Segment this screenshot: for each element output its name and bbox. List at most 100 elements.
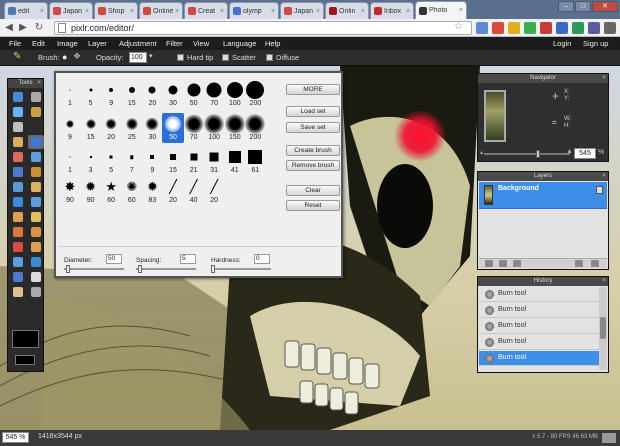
brush-preset[interactable]: 15 xyxy=(121,79,143,109)
primary-color-swatch[interactable] xyxy=(12,330,39,348)
hand-tool-icon[interactable] xyxy=(10,285,26,299)
layer-settings-icon[interactable] xyxy=(485,260,493,267)
layer-row[interactable]: Background xyxy=(479,182,607,209)
browser-tab[interactable]: Japan × xyxy=(280,2,324,19)
extension-icon[interactable] xyxy=(508,22,520,34)
url-input[interactable]: pixlr.com/editor/ xyxy=(54,21,472,35)
menu-edit[interactable]: Edit xyxy=(32,39,45,48)
diameter-input[interactable]: 50 xyxy=(106,254,122,264)
brush-preset[interactable]: 200 xyxy=(244,79,266,109)
burn-tool-icon[interactable] xyxy=(28,225,44,239)
red-eye-icon[interactable] xyxy=(10,240,26,254)
forward-icon[interactable]: ▶ xyxy=(17,22,29,34)
menu-file[interactable]: File xyxy=(9,39,21,48)
extension-icon[interactable] xyxy=(556,22,568,34)
brush-preset[interactable]: 21 xyxy=(183,146,205,176)
tab-close-icon[interactable]: × xyxy=(130,8,134,15)
clear-button[interactable]: Clear xyxy=(286,185,340,196)
delete-layer-icon[interactable] xyxy=(591,260,599,267)
tab-close-icon[interactable]: × xyxy=(40,8,44,15)
brush-preset[interactable]: ╱ 20 xyxy=(203,176,225,206)
brush-preset[interactable]: ✺ 60 xyxy=(121,176,143,206)
browser-tab[interactable]: Photo × xyxy=(415,1,467,19)
brush-preset[interactable]: 9 xyxy=(100,79,122,109)
menu-layer[interactable]: Layer xyxy=(88,39,107,48)
back-icon[interactable]: ◀ xyxy=(3,22,15,34)
brush-preset[interactable]: 9 xyxy=(141,146,163,176)
lasso-tool-icon[interactable] xyxy=(28,105,44,119)
layer-mask-icon[interactable] xyxy=(499,260,507,267)
scatter-checkbox[interactable]: Scatter xyxy=(222,53,256,62)
bookmark-star-icon[interactable]: ☆ xyxy=(454,21,463,32)
brush-preset[interactable]: 31 xyxy=(203,146,225,176)
maximize-button[interactable]: □ xyxy=(575,1,591,12)
tab-close-icon[interactable]: × xyxy=(220,8,224,15)
sharpen-tool-icon[interactable] xyxy=(28,195,44,209)
history-item[interactable]: Burn tool xyxy=(479,303,599,318)
brush-preset[interactable]: 1 xyxy=(59,79,81,109)
brush-preset[interactable]: ★ 60 xyxy=(100,176,122,206)
close-icon[interactable]: × xyxy=(602,74,606,83)
layer-style-icon[interactable] xyxy=(513,260,521,267)
diffuse-checkbox[interactable]: Diffuse xyxy=(266,53,299,62)
remove-brush-button[interactable]: Remove brush xyxy=(286,160,340,171)
brush-preset[interactable]: 5 xyxy=(80,79,102,109)
browser-tab[interactable]: olymp × xyxy=(229,2,279,19)
wand-tool-icon[interactable] xyxy=(10,120,26,134)
menu-adjustment[interactable]: Adjustment xyxy=(119,39,157,48)
brush-tool-icon[interactable] xyxy=(28,135,44,149)
brush-preset[interactable]: 150 xyxy=(224,113,246,143)
close-icon[interactable]: × xyxy=(602,172,606,181)
close-icon[interactable]: × xyxy=(37,79,41,88)
spot-heal-icon[interactable] xyxy=(28,240,44,254)
bloat-tool-icon[interactable] xyxy=(10,255,26,269)
brush-preset[interactable]: ✹ 83 xyxy=(141,176,163,206)
brush-preset[interactable]: 25 xyxy=(121,113,143,143)
brush-preset[interactable]: 70 xyxy=(203,79,225,109)
sponge-tool-icon[interactable] xyxy=(28,210,44,224)
close-icon[interactable]: × xyxy=(602,277,606,286)
brush-preset[interactable]: 3 xyxy=(80,146,102,176)
dodge-tool-icon[interactable] xyxy=(10,225,26,239)
minimize-button[interactable]: – xyxy=(558,1,574,12)
menu-help[interactable]: Help xyxy=(265,39,280,48)
extension-icon[interactable] xyxy=(524,22,536,34)
diameter-slider[interactable] xyxy=(64,265,124,273)
browser-tab[interactable]: Japan × xyxy=(49,2,93,19)
reload-icon[interactable]: ↻ xyxy=(33,22,45,34)
pinch-tool-icon[interactable] xyxy=(28,255,44,269)
brush-preset[interactable]: 1 xyxy=(59,146,81,176)
brush-preset[interactable]: 20 xyxy=(100,113,122,143)
brush-preset[interactable]: 30 xyxy=(141,113,163,143)
status-zoom-input[interactable]: 545 % xyxy=(2,432,29,443)
language-flag-icon[interactable] xyxy=(602,433,616,443)
extension-icon[interactable] xyxy=(588,22,600,34)
signup-link[interactable]: Sign up xyxy=(583,39,608,48)
opacity-dropdown-icon[interactable]: ▾ xyxy=(149,52,153,60)
hardness-input[interactable]: 0 xyxy=(254,254,270,264)
menu-filter[interactable]: Filter xyxy=(166,39,183,48)
more-brushes-button[interactable]: MORE xyxy=(286,84,340,95)
tab-close-icon[interactable]: × xyxy=(271,8,275,15)
eyedropper-icon[interactable] xyxy=(10,270,26,284)
bucket-tool-icon[interactable] xyxy=(28,150,44,164)
opacity-input[interactable]: 100 xyxy=(129,52,147,63)
zoom-tool-icon[interactable] xyxy=(28,285,44,299)
spacing-input[interactable]: 5 xyxy=(180,254,196,264)
browser-tab[interactable]: Online × xyxy=(139,2,183,19)
gradient-tool-icon[interactable] xyxy=(10,165,26,179)
brush-preset-icon[interactable]: ● xyxy=(62,52,67,62)
brush-preset[interactable]: ✸ 90 xyxy=(59,176,81,206)
brush-preset[interactable]: 41 xyxy=(224,146,246,176)
brush-preset[interactable]: 70 xyxy=(183,113,205,143)
move-tool-icon[interactable] xyxy=(10,90,26,104)
secondary-color-swatch[interactable] xyxy=(15,355,35,365)
extension-icon[interactable] xyxy=(492,22,504,34)
hard-tip-checkbox[interactable]: Hard tip xyxy=(177,53,213,62)
history-item[interactable]: Burn tool xyxy=(479,287,599,302)
history-item[interactable]: Burn tool xyxy=(479,351,599,366)
brush-preset[interactable]: 61 xyxy=(244,146,266,176)
color-replace-icon[interactable] xyxy=(10,180,26,194)
tab-close-icon[interactable]: × xyxy=(85,8,89,15)
brush-preset[interactable]: ╱ 40 xyxy=(183,176,205,206)
